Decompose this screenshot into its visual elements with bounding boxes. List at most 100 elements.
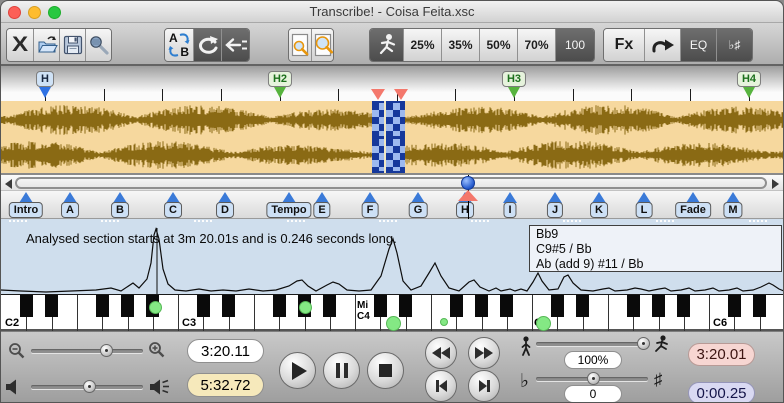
piano-key-black[interactable] xyxy=(753,295,766,317)
white-key-separator xyxy=(178,295,179,332)
piano-key-black[interactable] xyxy=(677,295,690,317)
waveform-zoom-slider[interactable] xyxy=(31,349,143,353)
piano-key-black[interactable] xyxy=(121,295,134,317)
eq-button[interactable]: EQ xyxy=(680,29,716,61)
speed-slider-thumb[interactable] xyxy=(637,337,650,350)
section-marker-f[interactable]: F xyxy=(362,202,379,218)
piano-key-black[interactable] xyxy=(475,295,488,317)
piano-key-black[interactable] xyxy=(551,295,564,317)
speed-35-button[interactable]: 35% xyxy=(441,29,479,61)
speed-50-button[interactable]: 50% xyxy=(479,29,517,61)
timeline-ruler[interactable] xyxy=(1,66,783,101)
piano-key-black[interactable] xyxy=(652,295,665,317)
piano-key-black[interactable] xyxy=(500,295,513,317)
return-to-start-button[interactable] xyxy=(221,29,249,61)
rewind-button[interactable] xyxy=(425,337,457,369)
scroll-left-icon[interactable] xyxy=(5,179,12,189)
close-file-button[interactable]: X xyxy=(7,29,33,61)
octave-tick-dots xyxy=(563,220,581,222)
ruler-marker-h3-icon[interactable] xyxy=(508,87,520,98)
section-marker-tempo[interactable]: Tempo xyxy=(266,202,311,218)
section-marker-b[interactable]: B xyxy=(111,202,129,218)
section-marker-intro[interactable]: Intro xyxy=(9,202,43,218)
selection-start-marker-icon[interactable] xyxy=(371,89,385,100)
speed-value: 100% xyxy=(578,353,609,367)
section-marker-c[interactable]: C xyxy=(164,202,182,218)
section-marker-a[interactable]: A xyxy=(61,202,79,218)
section-marker-fade[interactable]: Fade xyxy=(675,202,711,218)
zoom-out-icon[interactable] xyxy=(8,342,25,359)
speed-25-button[interactable]: 25% xyxy=(403,29,441,61)
fx-button[interactable]: Fx xyxy=(604,29,644,61)
fast-forward-button[interactable] xyxy=(468,337,500,369)
waveform-zoom-slider-thumb[interactable] xyxy=(100,344,113,357)
piano-key-black[interactable] xyxy=(197,295,210,317)
piano-key-black[interactable] xyxy=(20,295,33,317)
selection-region[interactable] xyxy=(372,101,405,173)
piano-key-black[interactable] xyxy=(323,295,336,317)
piano-key-black[interactable] xyxy=(627,295,640,317)
pause-button[interactable] xyxy=(323,352,360,389)
section-marker-j[interactable]: J xyxy=(547,202,563,218)
key-label-c2: C2 xyxy=(5,317,19,329)
ruler-marker-h4[interactable]: H4 xyxy=(737,71,761,87)
ruler-marker-h3[interactable]: H3 xyxy=(502,71,526,87)
chord-line: C9#5 / Bb xyxy=(536,242,775,257)
skip-to-start-icon xyxy=(436,380,447,392)
scrollbar-thumb[interactable] xyxy=(15,177,767,189)
speed-mode-button[interactable] xyxy=(370,29,403,61)
section-markers-row: Intro A B C D TempoE F G H I J K L Fade M xyxy=(1,191,783,219)
selection-end-marker-icon[interactable] xyxy=(394,89,408,100)
speed-slider[interactable] xyxy=(536,342,648,346)
skip-to-start-button[interactable] xyxy=(425,370,457,402)
slide-button[interactable] xyxy=(644,29,680,61)
ab-loop-button[interactable]: AB xyxy=(165,29,193,61)
play-button[interactable] xyxy=(279,352,316,389)
piano-key-black[interactable] xyxy=(273,295,286,317)
ruler-marker-h2[interactable]: H2 xyxy=(268,71,292,87)
section-marker-g[interactable]: G xyxy=(409,202,428,218)
save-button[interactable] xyxy=(59,29,85,61)
piano-key-black[interactable] xyxy=(450,295,463,317)
loop-button[interactable] xyxy=(193,29,221,61)
zoom-in-view-button[interactable] xyxy=(311,29,333,61)
white-key-separator xyxy=(532,295,533,332)
playhead-marker-icon[interactable] xyxy=(458,190,478,201)
piano-key-black[interactable] xyxy=(399,295,412,317)
stop-button[interactable] xyxy=(367,352,404,389)
speed-100-button[interactable]: 100 xyxy=(555,29,594,61)
piano-key-black[interactable] xyxy=(96,295,109,317)
horizontal-scrollbar[interactable] xyxy=(1,173,783,191)
piano-key-black[interactable] xyxy=(576,295,589,317)
piano-key-black[interactable] xyxy=(45,295,58,317)
zoom-in-icon[interactable] xyxy=(148,341,166,359)
piano-key-black[interactable] xyxy=(374,295,387,317)
section-marker-m[interactable]: M xyxy=(723,202,742,218)
zoom-out-view-button[interactable] xyxy=(289,29,311,61)
record-button[interactable] xyxy=(85,29,111,61)
pitch-slider-thumb[interactable] xyxy=(587,372,600,385)
playhead-handle[interactable] xyxy=(461,176,475,190)
open-file-button[interactable] xyxy=(33,29,59,61)
play-icon xyxy=(292,362,307,380)
piano-key-black[interactable] xyxy=(728,295,741,317)
section-marker-l[interactable]: L xyxy=(636,202,653,218)
flat-sharp-button[interactable]: ♭♯ xyxy=(716,29,752,61)
ruler-marker-h2-icon[interactable] xyxy=(274,87,286,98)
ruler-marker-h4-icon[interactable] xyxy=(743,87,755,98)
section-marker-i[interactable]: I xyxy=(503,202,516,218)
section-marker-h[interactable]: H xyxy=(456,202,474,218)
piano-key-black[interactable] xyxy=(222,295,235,317)
skip-to-end-button[interactable] xyxy=(468,370,500,402)
ruler-marker-h-icon[interactable] xyxy=(39,87,51,98)
section-marker-e[interactable]: E xyxy=(313,202,330,218)
toolbar-group-speed: 25%35%50%70%100 xyxy=(369,28,595,62)
section-marker-d[interactable]: D xyxy=(216,202,234,218)
speed-70-button[interactable]: 70% xyxy=(517,29,555,61)
section-marker-k[interactable]: K xyxy=(590,202,608,218)
ruler-marker-h[interactable]: H xyxy=(36,71,54,87)
stop-icon xyxy=(379,364,392,377)
scroll-right-icon[interactable] xyxy=(772,179,779,189)
waveform-view[interactable] xyxy=(1,101,783,173)
volume-slider-thumb[interactable] xyxy=(83,380,96,393)
